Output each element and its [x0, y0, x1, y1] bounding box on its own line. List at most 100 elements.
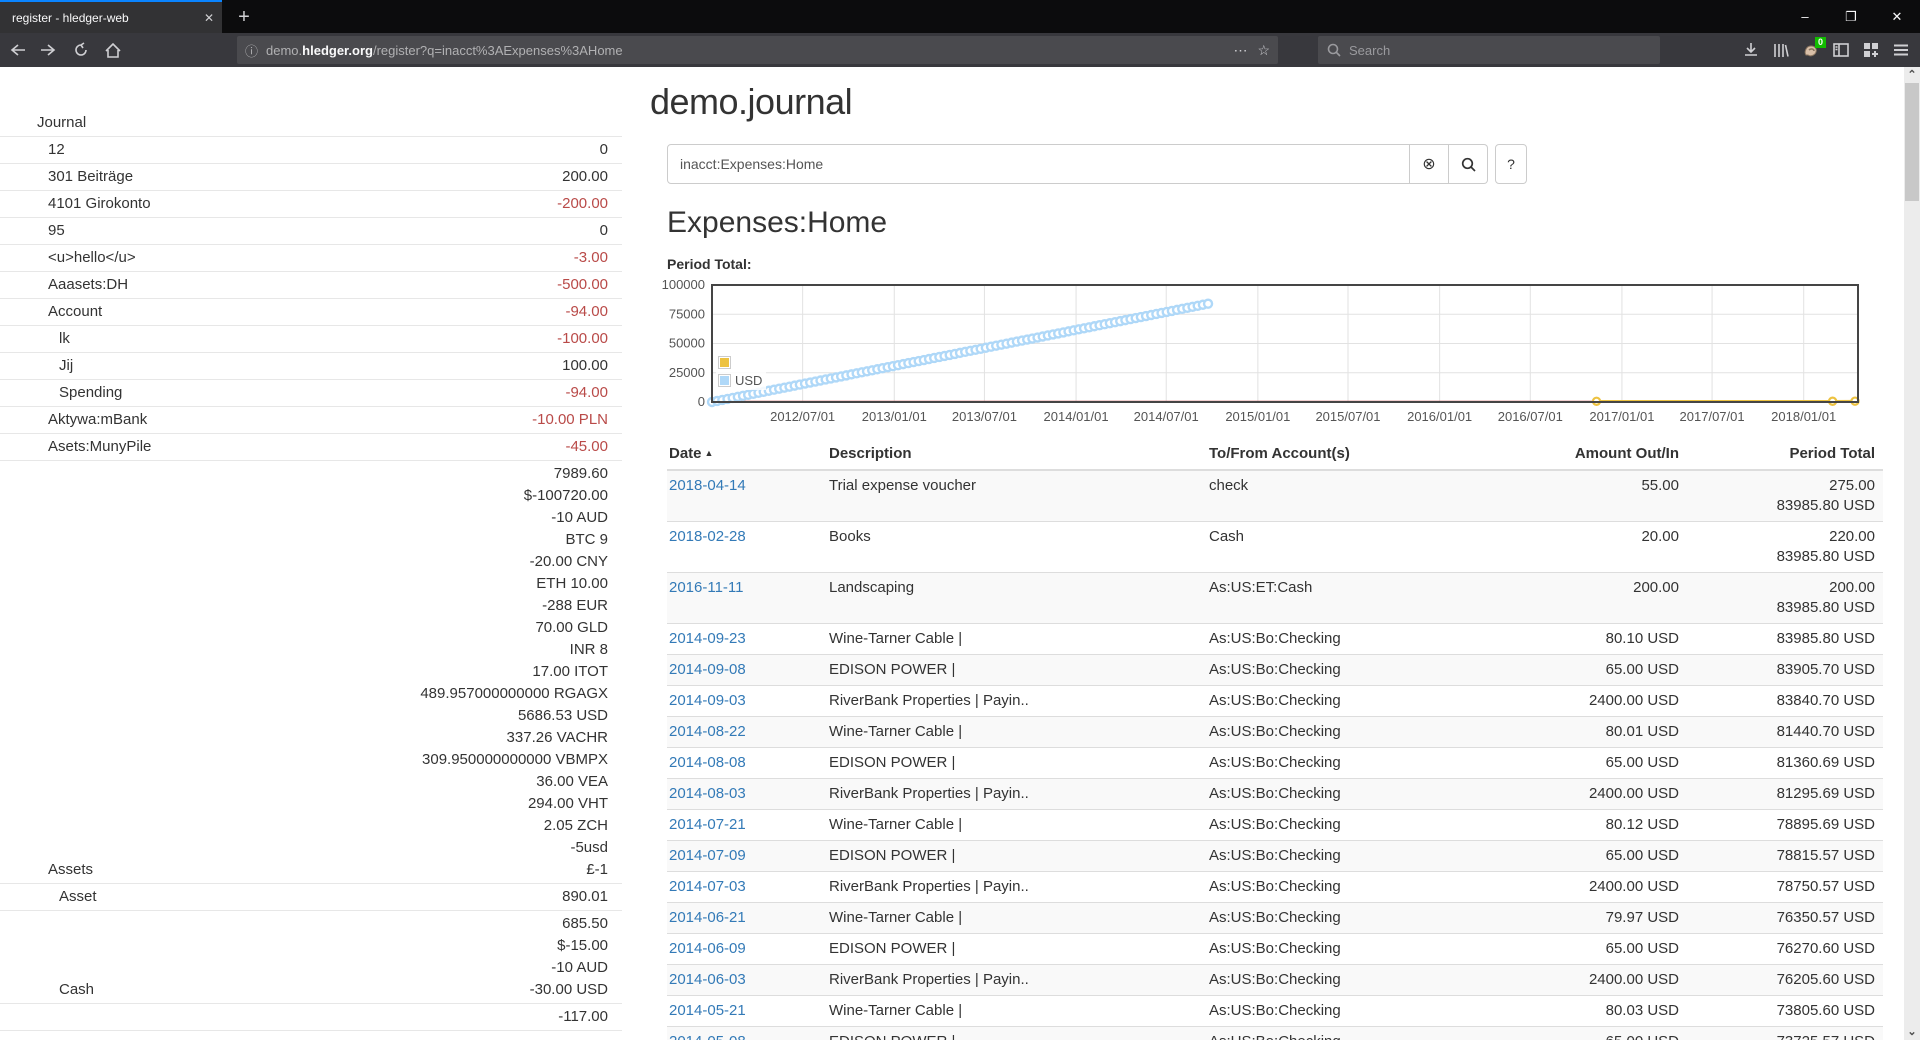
- transaction-date-link[interactable]: 2014-06-09: [669, 940, 746, 957]
- register-row[interactable]: 2014-06-21Wine-Tarner Cable |As:US:Bo:Ch…: [667, 903, 1883, 934]
- balance-amount: 2.05 ZCH: [420, 815, 608, 837]
- sidebar-account-link[interactable]: 12: [0, 139, 600, 161]
- register-row[interactable]: 2014-09-03RiverBank Properties | Payin..…: [667, 686, 1883, 717]
- help-button[interactable]: ?: [1495, 144, 1527, 184]
- browser-tab[interactable]: register - hledger-web ✕: [0, 0, 222, 33]
- register-row[interactable]: 2014-08-22Wine-Tarner Cable |As:US:Bo:Ch…: [667, 717, 1883, 748]
- new-tab-button[interactable]: +: [230, 4, 258, 32]
- extension-icon[interactable]: 0: [1796, 36, 1826, 64]
- register-row[interactable]: 2014-05-21Wine-Tarner Cable |As:US:Bo:Ch…: [667, 996, 1883, 1027]
- transaction-date-link[interactable]: 2014-08-22: [669, 723, 746, 740]
- period-total-line: 83985.80 USD: [1689, 598, 1875, 618]
- library-icon[interactable]: [1766, 36, 1796, 64]
- balance-amount: -10 AUD: [420, 507, 608, 529]
- transaction-date-link[interactable]: 2014-09-08: [669, 661, 746, 678]
- register-row[interactable]: 2014-08-08EDISON POWER |As:US:Bo:Checkin…: [667, 748, 1883, 779]
- period-total-line: 275.00: [1689, 476, 1875, 496]
- sidebars-icon[interactable]: [1826, 36, 1856, 64]
- register-row[interactable]: 2014-06-03RiverBank Properties | Payin..…: [667, 965, 1883, 996]
- browser-search-box[interactable]: Search: [1318, 36, 1660, 64]
- transaction-date-link[interactable]: 2014-09-23: [669, 630, 746, 647]
- url-bar[interactable]: ⓘ demo.hledger.org/register?q=inacct%3AE…: [237, 36, 1278, 64]
- register-row[interactable]: 2014-07-21Wine-Tarner Cable |As:US:Bo:Ch…: [667, 810, 1883, 841]
- register-row[interactable]: 2014-07-09EDISON POWER |As:US:Bo:Checkin…: [667, 841, 1883, 872]
- transaction-description: EDISON POWER |: [827, 748, 1207, 779]
- home-icon[interactable]: [98, 37, 128, 63]
- register-row[interactable]: 2014-06-09EDISON POWER |As:US:Bo:Checkin…: [667, 934, 1883, 965]
- register-row[interactable]: 2016-11-11LandscapingAs:US:ET:Cash200.00…: [667, 573, 1883, 624]
- scroll-down-icon[interactable]: ⌄: [1904, 1024, 1920, 1040]
- transaction-date-link[interactable]: 2014-06-21: [669, 909, 746, 926]
- query-input[interactable]: [667, 144, 1410, 184]
- transaction-account: As:US:Bo:Checking: [1207, 841, 1537, 872]
- scroll-up-icon[interactable]: ⌃: [1904, 67, 1920, 83]
- sidebar-account-link[interactable]: Jij: [0, 355, 562, 377]
- tab-close-icon[interactable]: ✕: [204, 11, 214, 25]
- register-row[interactable]: 2014-09-23Wine-Tarner Cable |As:US:Bo:Ch…: [667, 624, 1883, 655]
- sidebar-account-link[interactable]: 301 Beiträge: [0, 166, 562, 188]
- sidebar-account-link[interactable]: <u>hello</u>: [0, 247, 574, 269]
- page-scrollbar[interactable]: ⌃ ⌄: [1904, 67, 1920, 1040]
- transaction-date-link[interactable]: 2018-02-28: [669, 528, 746, 545]
- sidebar-account-link[interactable]: Cash: [0, 979, 530, 1001]
- balance-amount: 489.957000000000 RGAGX: [420, 683, 608, 705]
- transaction-account: Cash: [1207, 522, 1537, 573]
- sidebar-account-link[interactable]: Aktywa:mBank: [0, 409, 532, 431]
- register-row[interactable]: 2014-09-08EDISON POWER |As:US:Bo:Checkin…: [667, 655, 1883, 686]
- period-total-line: 78750.57 USD: [1689, 877, 1875, 897]
- transaction-date-link[interactable]: 2014-09-03: [669, 692, 746, 709]
- forward-icon[interactable]: [34, 37, 64, 63]
- page-info-icon[interactable]: ⓘ: [245, 41, 258, 60]
- downloads-icon[interactable]: [1736, 36, 1766, 64]
- register-row[interactable]: 2018-04-14Trial expense vouchercheck55.0…: [667, 470, 1883, 522]
- sidebar-account-link[interactable]: Account: [0, 301, 565, 323]
- account-balance: 200.00: [562, 166, 608, 188]
- scrollbar-thumb[interactable]: [1905, 83, 1919, 201]
- sidebar-account-link[interactable]: Assets: [0, 859, 420, 881]
- column-header-period-total[interactable]: Period Total: [1687, 439, 1883, 470]
- reload-icon[interactable]: [66, 37, 96, 63]
- sidebar-account-link[interactable]: Journal: [0, 112, 608, 134]
- page-actions-icon[interactable]: ⋯: [1233, 42, 1247, 59]
- period-total-line: 78895.69 USD: [1689, 815, 1875, 835]
- menu-icon[interactable]: [1886, 36, 1916, 64]
- register-row[interactable]: 2014-08-03RiverBank Properties | Payin..…: [667, 779, 1883, 810]
- bookmark-star-icon[interactable]: ☆: [1257, 42, 1270, 59]
- transaction-description: EDISON POWER |: [827, 934, 1207, 965]
- search-button[interactable]: [1449, 144, 1488, 184]
- back-icon[interactable]: [2, 37, 32, 63]
- sidebar-account-link[interactable]: lk: [0, 328, 557, 350]
- series-usd: [708, 300, 1212, 406]
- sidebar-account-link[interactable]: 95: [0, 220, 600, 242]
- column-header-date[interactable]: Date▲: [667, 439, 827, 470]
- grid-plus-icon[interactable]: [1856, 36, 1886, 64]
- minimize-button[interactable]: –: [1782, 0, 1828, 33]
- sidebar-account-link[interactable]: 4101 Girokonto: [0, 193, 557, 215]
- sidebar-account-link[interactable]: Asets:MunyPile: [0, 436, 565, 458]
- transaction-date-link[interactable]: 2014-05-21: [669, 1002, 746, 1019]
- transaction-date-link[interactable]: 2016-11-11: [669, 579, 744, 596]
- transaction-date-link[interactable]: 2014-07-03: [669, 878, 746, 895]
- column-header-amount-out-in[interactable]: Amount Out/In: [1537, 439, 1687, 470]
- sidebar-account-link[interactable]: Spending: [0, 382, 565, 404]
- clear-query-button[interactable]: ⊗: [1410, 144, 1449, 184]
- transaction-date-link[interactable]: 2018-04-14: [669, 477, 746, 494]
- close-button[interactable]: ✕: [1874, 0, 1920, 33]
- sidebar-account-link[interactable]: Asset: [0, 886, 562, 908]
- balance-amount: BTC 9: [420, 529, 608, 551]
- sidebar-account-link[interactable]: Aaasets:DH: [0, 274, 557, 296]
- transaction-amount: 65.00 USD: [1537, 841, 1687, 872]
- svg-text:100000: 100000: [662, 277, 705, 292]
- transaction-date-link[interactable]: 2014-05-08: [669, 1033, 746, 1040]
- register-row[interactable]: 2014-07-03RiverBank Properties | Payin..…: [667, 872, 1883, 903]
- transaction-date-link[interactable]: 2014-06-03: [669, 971, 746, 988]
- register-row[interactable]: 2018-02-28BooksCash20.00220.0083985.80 U…: [667, 522, 1883, 573]
- register-row[interactable]: 2014-05-08EDISON POWER |As:US:Bo:Checkin…: [667, 1027, 1883, 1040]
- transaction-date-link[interactable]: 2014-08-03: [669, 785, 746, 802]
- restore-button[interactable]: ❐: [1828, 0, 1874, 33]
- transaction-date-link[interactable]: 2014-07-09: [669, 847, 746, 864]
- column-header-to-from-account-s-[interactable]: To/From Account(s): [1207, 439, 1537, 470]
- transaction-date-link[interactable]: 2014-07-21: [669, 816, 746, 833]
- transaction-date-link[interactable]: 2014-08-08: [669, 754, 746, 771]
- column-header-description[interactable]: Description: [827, 439, 1207, 470]
